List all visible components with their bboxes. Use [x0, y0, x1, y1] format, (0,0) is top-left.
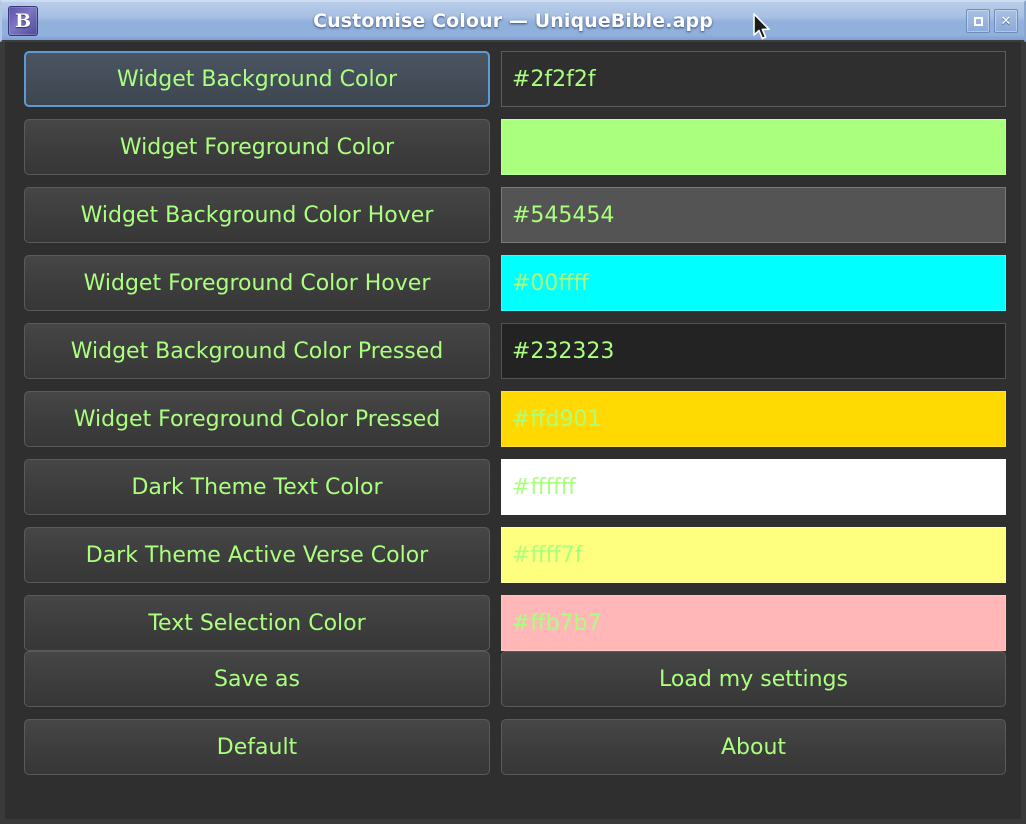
color-setting-row: Widget Foreground Color Hover #00ffff — [24, 255, 1006, 311]
title-bar[interactable]: B Customise Colour — UniqueBible.app ✕ — [0, 0, 1026, 42]
color-setting-row: Dark Theme Text Color #ffffff — [24, 459, 1006, 515]
color-setting-button[interactable]: Widget Foreground Color Hover — [24, 255, 490, 311]
action-button-save-as[interactable]: Save as — [24, 651, 490, 707]
color-swatch[interactable]: #aaff7f — [501, 119, 1006, 175]
maximize-button[interactable] — [966, 9, 990, 33]
color-setting-button[interactable]: Widget Foreground Color — [24, 119, 490, 175]
close-icon: ✕ — [1000, 13, 1012, 29]
color-setting-button[interactable]: Dark Theme Active Verse Color — [24, 527, 490, 583]
customise-colour-window: B Customise Colour — UniqueBible.app ✕ W… — [0, 0, 1026, 824]
color-swatch[interactable]: #232323 — [501, 323, 1006, 379]
action-row: Save as Load my settings — [24, 651, 1006, 707]
color-swatch[interactable]: #00ffff — [501, 255, 1006, 311]
color-setting-row: Text Selection Color #ffb7b7 — [24, 595, 1006, 651]
color-swatch[interactable]: #2f2f2f — [501, 51, 1006, 107]
color-settings-list: Widget Background Color #2f2f2f Widget For… — [24, 51, 1006, 651]
action-button-load-my-settings[interactable]: Load my settings — [501, 651, 1006, 707]
app-icon: B — [8, 6, 38, 36]
window-controls: ✕ — [966, 9, 1018, 33]
close-button[interactable]: ✕ — [994, 9, 1018, 33]
color-setting-button[interactable]: Widget Foreground Color Pressed — [24, 391, 490, 447]
maximize-icon — [973, 16, 983, 26]
color-swatch[interactable]: #ffff7f — [501, 527, 1006, 583]
color-setting-button[interactable]: Widget Background Color — [24, 51, 490, 107]
color-swatch[interactable]: #ffd901 — [501, 391, 1006, 447]
color-setting-button[interactable]: Widget Background Color Pressed — [24, 323, 490, 379]
color-swatch[interactable]: #ffffff — [501, 459, 1006, 515]
color-setting-row: Widget Foreground Color #aaff7f — [24, 119, 1006, 175]
color-swatch[interactable]: #ffb7b7 — [501, 595, 1006, 651]
color-setting-row: Widget Foreground Color Pressed #ffd901 — [24, 391, 1006, 447]
color-setting-button[interactable]: Widget Background Color Hover — [24, 187, 490, 243]
color-setting-button[interactable]: Dark Theme Text Color — [24, 459, 490, 515]
color-setting-row: Widget Background Color Hover #545454 — [24, 187, 1006, 243]
window-title: Customise Colour — UniqueBible.app — [313, 10, 713, 32]
color-setting-row: Widget Background Color Pressed #232323 — [24, 323, 1006, 379]
action-buttons-area: Save as Load my settings Default About — [24, 651, 1006, 775]
color-setting-row: Widget Background Color #2f2f2f — [24, 51, 1006, 107]
color-setting-row: Dark Theme Active Verse Color #ffff7f — [24, 527, 1006, 583]
settings-content: Widget Background Color #2f2f2f Widget For… — [5, 42, 1021, 819]
color-swatch[interactable]: #545454 — [501, 187, 1006, 243]
color-setting-button[interactable]: Text Selection Color — [24, 595, 490, 651]
action-button-default[interactable]: Default — [24, 719, 490, 775]
action-row: Default About — [24, 719, 1006, 775]
action-button-about[interactable]: About — [501, 719, 1006, 775]
